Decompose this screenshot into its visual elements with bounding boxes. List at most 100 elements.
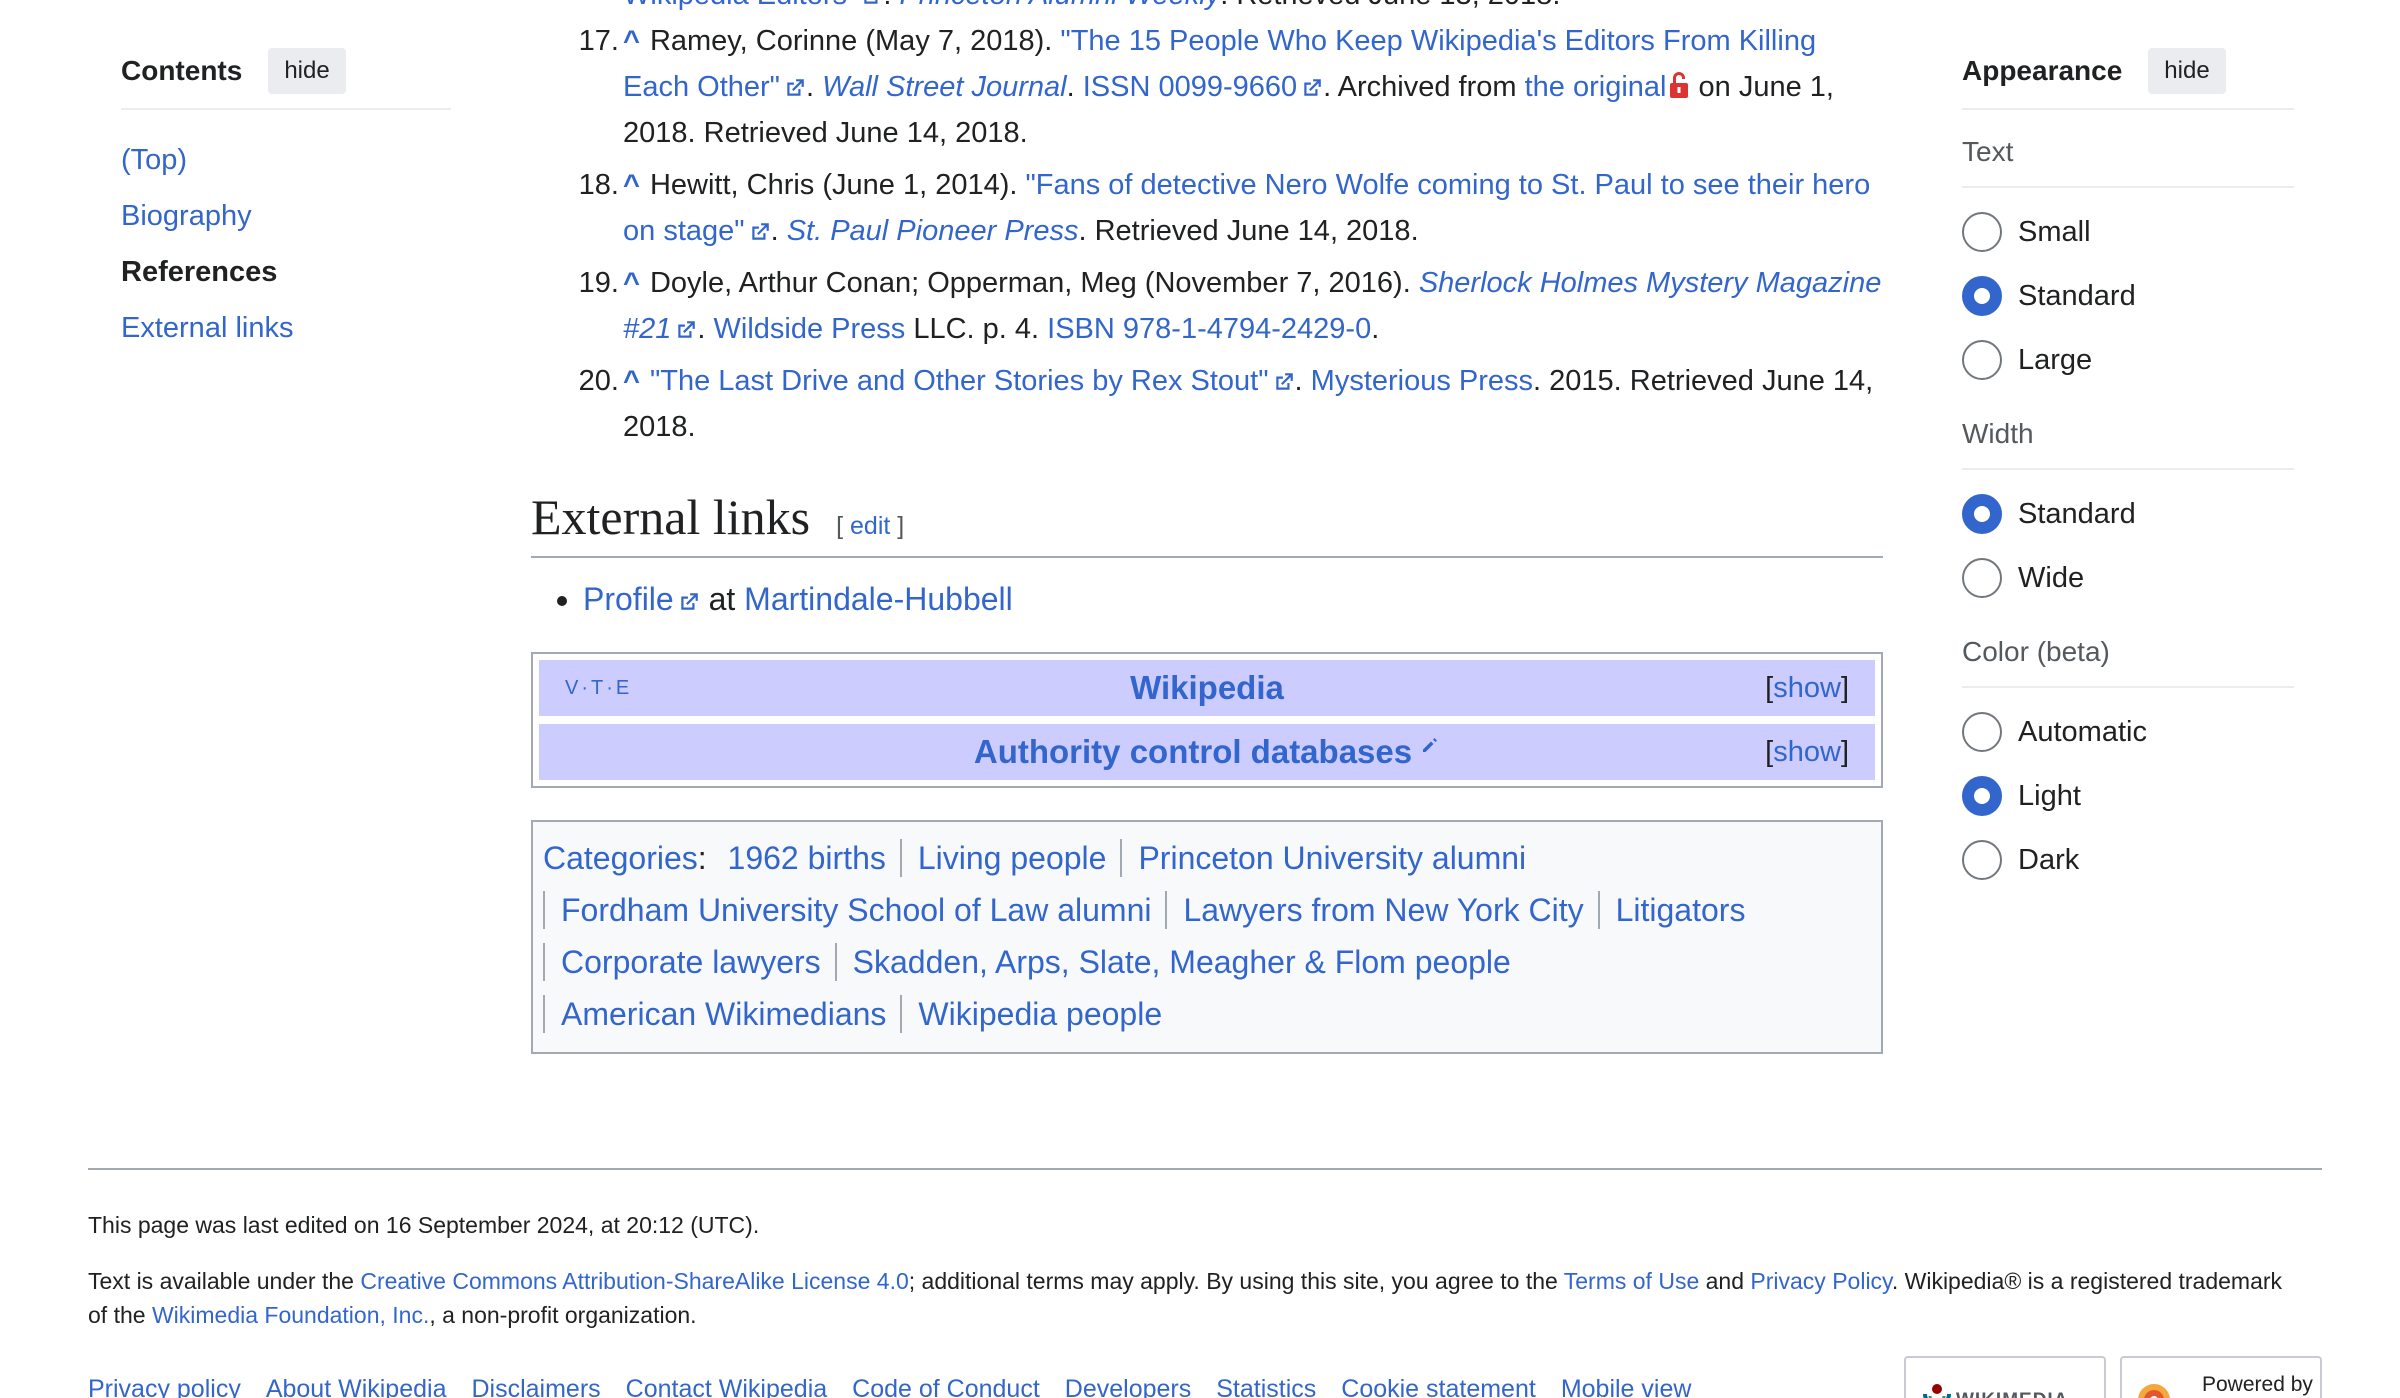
category-link[interactable]: 1962 births bbox=[728, 840, 886, 876]
footer-link-developers[interactable]: Developers bbox=[1065, 1372, 1191, 1398]
toc-list: (Top) Biography References External link… bbox=[121, 132, 451, 356]
reference-20: 20. ^ "The Last Drive and Other Stories b… bbox=[531, 358, 1883, 450]
radio-text-standard[interactable]: Standard bbox=[1962, 264, 2294, 328]
terms-of-use-link[interactable]: Terms of Use bbox=[1564, 1268, 1699, 1294]
category-link[interactable]: Princeton University alumni bbox=[1138, 840, 1526, 876]
footer-link-disclaimers[interactable]: Disclaimers bbox=[471, 1372, 600, 1398]
ref-number: 20. bbox=[578, 365, 619, 397]
radio-label: Large bbox=[2018, 343, 2093, 376]
ref-title-link[interactable]: "The Last Drive and Other Stories by Rex… bbox=[650, 365, 1269, 397]
navbox-title[interactable]: Wikipedia bbox=[539, 669, 1875, 707]
width-label: Width bbox=[1962, 418, 2294, 470]
cc-license-link[interactable]: Creative Commons Attribution-ShareAlike … bbox=[360, 1268, 908, 1294]
radio-circle[interactable] bbox=[1962, 212, 2002, 252]
category-link[interactable]: American Wikimedians bbox=[561, 996, 886, 1032]
category-link[interactable]: Living people bbox=[918, 840, 1107, 876]
talk-template-link[interactable]: T bbox=[591, 677, 606, 699]
color-label: Color (beta) bbox=[1962, 636, 2294, 688]
navbox-title-wrap: Authority control databases bbox=[539, 733, 1875, 771]
radio-text-large[interactable]: Large bbox=[1962, 328, 2294, 392]
ref-issn-link[interactable]: ISSN 0099-9660 bbox=[1083, 71, 1297, 103]
wikimedia-foundation-link[interactable]: Wikimedia Foundation, Inc. bbox=[152, 1302, 429, 1328]
profile-link[interactable]: Profile bbox=[583, 581, 674, 617]
footer-link-mobile[interactable]: Mobile view bbox=[1561, 1372, 1692, 1398]
width-options: Standard Wide bbox=[1962, 482, 2294, 610]
footer-link-contact[interactable]: Contact Wikipedia bbox=[626, 1372, 827, 1398]
radio-circle[interactable] bbox=[1962, 558, 2002, 598]
radio-circle-selected[interactable] bbox=[1962, 276, 2002, 316]
ref-journal-link[interactable]: St. Paul Pioneer Press bbox=[787, 215, 1079, 247]
categories-label-link[interactable]: Categories bbox=[543, 840, 698, 876]
ref-backlink[interactable]: ^ bbox=[623, 169, 640, 201]
category-row: Categories: 1962 births Living people Prin… bbox=[543, 832, 1871, 884]
text: . bbox=[805, 71, 823, 103]
lock-icon bbox=[1670, 72, 1689, 98]
external-link-icon bbox=[1304, 79, 1321, 96]
toc-item-references[interactable]: References bbox=[121, 244, 451, 300]
show-button[interactable]: show bbox=[1773, 736, 1841, 768]
ref-publisher-link[interactable]: Mysterious Press bbox=[1311, 365, 1533, 397]
radio-width-wide[interactable]: Wide bbox=[1962, 546, 2294, 610]
ref16-title-link[interactable]: Wikipedia Editors" bbox=[623, 0, 857, 11]
radio-color-automatic[interactable]: Automatic bbox=[1962, 700, 2294, 764]
ref-backlink[interactable]: ^ bbox=[623, 25, 640, 57]
radio-width-standard[interactable]: Standard bbox=[1962, 482, 2294, 546]
radio-circle[interactable] bbox=[1962, 712, 2002, 752]
navbox-title[interactable]: Authority control databases bbox=[974, 733, 1412, 770]
footer-link-about[interactable]: About Wikipedia bbox=[266, 1372, 447, 1398]
ref-publisher-link[interactable]: Wildside Press bbox=[714, 313, 906, 345]
radio-text-small[interactable]: Small bbox=[1962, 200, 2294, 264]
category-link[interactable]: Corporate lawyers bbox=[561, 944, 821, 980]
mediawiki-badge[interactable]: Powered by bbox=[2120, 1356, 2322, 1398]
mediawiki-logo bbox=[2138, 1384, 2170, 1398]
text: LLC. p. 4. bbox=[905, 313, 1048, 345]
ref16-journal-link[interactable]: Princeton Alumni Weekly bbox=[899, 0, 1220, 11]
toc-item-top[interactable]: (Top) bbox=[121, 132, 451, 188]
wikimedia-logo bbox=[1923, 1384, 1951, 1398]
view-template-link[interactable]: V bbox=[565, 677, 581, 699]
ref-backlink[interactable]: ^ bbox=[623, 365, 640, 397]
privacy-policy-link[interactable]: Privacy Policy bbox=[1750, 1268, 1891, 1294]
show-button[interactable]: show bbox=[1773, 672, 1841, 704]
martindale-link[interactable]: Martindale-Hubbell bbox=[744, 581, 1013, 617]
category-link[interactable]: Lawyers from New York City bbox=[1183, 892, 1583, 928]
toc-item-biography[interactable]: Biography bbox=[121, 188, 451, 244]
appearance-hide-button[interactable]: hide bbox=[2148, 48, 2226, 94]
radio-circle[interactable] bbox=[1962, 840, 2002, 880]
toc-header: Contents hide bbox=[121, 48, 451, 110]
category-link[interactable]: Fordham University School of Law alumni bbox=[561, 892, 1151, 928]
text: ; additional terms may apply. By using t… bbox=[908, 1268, 1564, 1294]
external-link-icon bbox=[751, 223, 769, 240]
navbox-authority-control: Authority control databases [show] bbox=[539, 724, 1875, 780]
ref-journal-link[interactable]: Wall Street Journal bbox=[822, 71, 1066, 103]
radio-circle[interactable] bbox=[1962, 340, 2002, 380]
ref-backlink[interactable]: ^ bbox=[623, 267, 640, 299]
footer-link-privacy[interactable]: Privacy policy bbox=[88, 1372, 241, 1398]
category-link[interactable]: Litigators bbox=[1616, 892, 1746, 928]
radio-color-dark[interactable]: Dark bbox=[1962, 828, 2294, 892]
toc-item-external-links[interactable]: External links bbox=[121, 300, 451, 356]
bracket: ] bbox=[1840, 671, 1849, 704]
edit-section-link[interactable]: edit bbox=[850, 512, 890, 540]
license-text: Text is available under the Creative Com… bbox=[88, 1264, 2288, 1332]
pencil-icon[interactable] bbox=[1420, 735, 1440, 755]
text: Text is available under the bbox=[88, 1268, 361, 1294]
toc-hide-button[interactable]: hide bbox=[268, 48, 346, 94]
footer-link-cookie[interactable]: Cookie statement bbox=[1341, 1372, 1536, 1398]
show-toggle: [show] bbox=[1765, 672, 1849, 705]
category-link[interactable]: Skadden, Arps, Slate, Meagher & Flom peo… bbox=[853, 944, 1511, 980]
footer-link-statistics[interactable]: Statistics bbox=[1216, 1372, 1316, 1398]
footer-link-code-of-conduct[interactable]: Code of Conduct bbox=[852, 1372, 1040, 1398]
category-link[interactable]: Wikipedia people bbox=[918, 996, 1162, 1032]
radio-circle-selected[interactable] bbox=[1962, 776, 2002, 816]
main-content: Wikipedia Editors". Princeton Alumni Wee… bbox=[531, 0, 1883, 1054]
edit-template-link[interactable]: E bbox=[616, 677, 632, 699]
ref-isbn-link[interactable]: ISBN 978-1-4794-2429-0 bbox=[1047, 313, 1371, 345]
ref-original-link[interactable]: the original bbox=[1525, 71, 1667, 103]
list-item: Profile at Martindale-Hubbell bbox=[583, 576, 1883, 622]
radio-color-light[interactable]: Light bbox=[1962, 764, 2294, 828]
wikimedia-badge[interactable]: WIKIMEDIA bbox=[1904, 1356, 2106, 1398]
text: . bbox=[1066, 71, 1083, 103]
colon: : bbox=[697, 840, 707, 876]
radio-circle-selected[interactable] bbox=[1962, 494, 2002, 534]
